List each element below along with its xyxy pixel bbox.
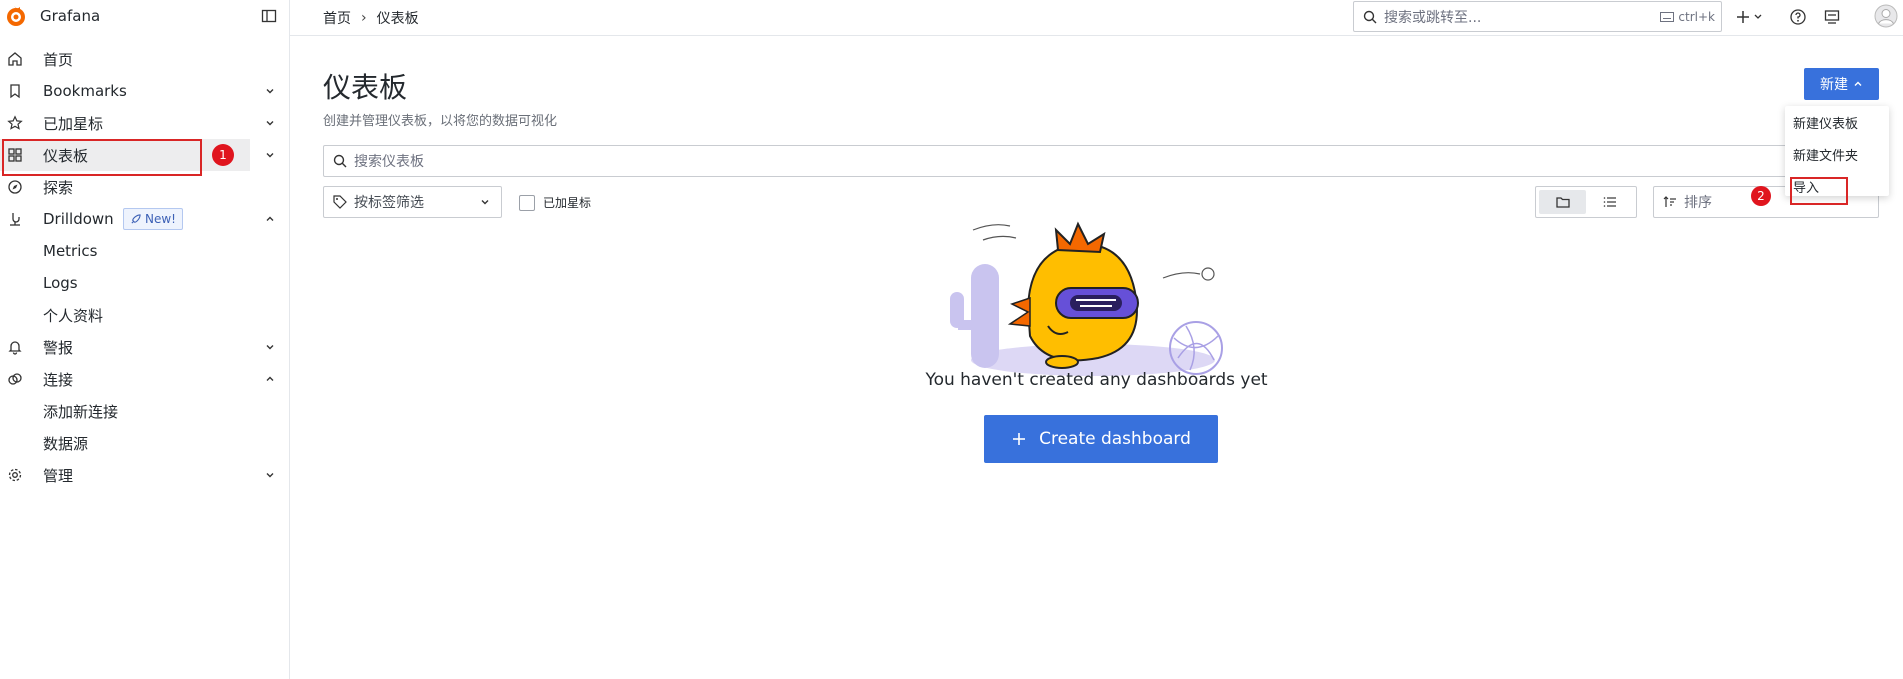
search-icon: [1362, 9, 1378, 25]
create-dashboard-button[interactable]: Create dashboard: [984, 415, 1218, 463]
shortcut-text: ctrl+k: [1678, 9, 1715, 24]
folder-icon: [1555, 194, 1571, 210]
new-button[interactable]: 新建: [1804, 68, 1879, 100]
starred-filter[interactable]: 已加星标: [519, 194, 591, 211]
drilldown-icon: [7, 211, 23, 227]
sidebar-item-connections[interactable]: 连接: [0, 363, 290, 395]
tag-filter-placeholder: 按标签筛选: [354, 195, 424, 211]
search-placeholder: 搜索或跳转至...: [1384, 9, 1482, 26]
annotation-number-2: 2: [1751, 186, 1771, 206]
sidebar-item-bookmarks[interactable]: Bookmarks: [0, 75, 290, 107]
keyboard-icon: [1660, 11, 1675, 22]
sidebar-item-label: Bookmarks: [43, 82, 127, 100]
sort-icon: [1662, 194, 1678, 210]
list-icon: [1602, 194, 1618, 210]
sidebar-subitem-label: 添加新连接: [43, 402, 119, 421]
plus-icon: [1011, 431, 1027, 447]
empty-state-text: You haven't created any dashboards yet: [925, 370, 1268, 390]
menu-item-new-dashboard[interactable]: 新建仪表板: [1785, 106, 1889, 138]
sidebar-item-starred[interactable]: 已加星标: [0, 107, 290, 139]
connections-icon: [7, 371, 23, 387]
star-icon: [7, 115, 23, 131]
breadcrumb-home[interactable]: 首页: [323, 8, 351, 28]
create-dashboard-label: Create dashboard: [1039, 429, 1191, 449]
new-button-label: 新建: [1820, 77, 1848, 93]
sidebar-subitem-add-connection[interactable]: 添加新连接: [0, 395, 290, 427]
sidebar-subitem-label: 数据源: [43, 434, 89, 453]
breadcrumb: 首页 › 仪表板: [323, 8, 419, 28]
sort-placeholder: 排序: [1684, 195, 1712, 211]
chevron-up-icon[interactable]: [264, 373, 276, 385]
sidebar-item-label: 警报: [43, 338, 74, 357]
menu-item-new-folder[interactable]: 新建文件夹: [1785, 138, 1889, 170]
user-avatar-icon[interactable]: [1874, 4, 1898, 28]
sidebar-subitem-datasources[interactable]: 数据源: [0, 427, 290, 459]
sidebar: Grafana 首页 Bookmarks 已加星标 仪表板 探索 Drilldo…: [0, 0, 290, 679]
rocket-icon: [130, 213, 141, 225]
page-subtitle: 创建并管理仪表板，以将您的数据可视化: [323, 114, 558, 129]
list-view-button[interactable]: [1586, 190, 1633, 214]
chevron-down-icon: [479, 196, 491, 208]
sidebar-item-alerting[interactable]: 警报: [0, 331, 290, 363]
main-content: 仪表板 创建并管理仪表板，以将您的数据可视化 新建 搜索仪表板 按标签筛选 已加…: [290, 36, 1903, 679]
chevron-down-icon[interactable]: [264, 149, 276, 161]
add-menu-button[interactable]: [1736, 8, 1766, 26]
empty-state-illustration: [938, 208, 1248, 386]
chevron-down-icon[interactable]: [264, 469, 276, 481]
sidebar-item-label: 探索: [43, 178, 74, 197]
brand[interactable]: Grafana: [0, 0, 289, 32]
sidebar-subitem-metrics[interactable]: Metrics: [0, 235, 290, 267]
nav-menu: 首页 Bookmarks 已加星标 仪表板 探索 Drilldown New! …: [0, 43, 290, 491]
dashboard-search-input[interactable]: 搜索仪表板: [323, 145, 1879, 177]
breadcrumb-current: 仪表板: [376, 11, 419, 27]
shortcut-hint: ctrl+k: [1660, 10, 1715, 24]
bell-icon: [7, 339, 23, 355]
sidebar-subitem-label: Metrics: [43, 242, 98, 260]
home-icon: [7, 51, 23, 67]
compass-icon: [7, 179, 23, 195]
sidebar-item-home[interactable]: 首页: [0, 43, 290, 75]
chevron-down-icon[interactable]: [264, 85, 276, 97]
sidebar-subitem-profiles[interactable]: 个人资料: [0, 299, 290, 331]
tag-icon: [332, 194, 348, 210]
sidebar-subitem-label: Logs: [43, 274, 78, 292]
sidebar-item-label: 连接: [43, 370, 74, 389]
chevron-up-icon[interactable]: [264, 213, 276, 225]
annotation-number-1: 1: [212, 144, 234, 166]
app-name: Grafana: [40, 7, 101, 25]
search-placeholder: 搜索仪表板: [354, 154, 424, 170]
grafana-logo-icon: [4, 4, 28, 28]
folder-view-button[interactable]: [1539, 190, 1586, 214]
tag-filter-select[interactable]: 按标签筛选: [323, 186, 502, 218]
new-badge-label: New!: [145, 212, 176, 226]
chevron-down-icon[interactable]: [264, 341, 276, 353]
highlight-box-dashboards: [2, 139, 202, 176]
search-icon: [332, 153, 348, 169]
highlight-box-import: [1790, 177, 1848, 205]
dock-menu-icon[interactable]: [261, 8, 277, 24]
sidebar-item-label: 首页: [43, 50, 74, 69]
bookmark-icon: [7, 83, 23, 99]
sidebar-item-label: 已加星标: [43, 114, 104, 133]
chevron-down-icon[interactable]: [264, 117, 276, 129]
sidebar-item-label: 管理: [43, 466, 74, 485]
breadcrumb-separator-icon: ›: [361, 10, 367, 26]
global-search-input[interactable]: 搜索或跳转至... ctrl+k: [1353, 1, 1722, 32]
view-toggle: [1535, 186, 1637, 218]
sidebar-subitem-label: 个人资料: [43, 306, 104, 325]
starred-label: 已加星标: [543, 196, 592, 210]
page-title: 仪表板: [323, 71, 408, 104]
starred-checkbox[interactable]: [519, 194, 535, 211]
new-badge: New!: [123, 208, 183, 230]
chevron-up-icon: [1853, 79, 1863, 89]
topbar: 首页 › 仪表板 搜索或跳转至... ctrl+k: [290, 0, 1903, 36]
news-icon[interactable]: [1823, 8, 1841, 26]
gear-icon: [7, 467, 23, 483]
sidebar-subitem-logs[interactable]: Logs: [0, 267, 290, 299]
help-icon[interactable]: [1789, 8, 1807, 26]
sidebar-item-drilldown[interactable]: Drilldown New!: [0, 203, 290, 235]
sidebar-item-administration[interactable]: 管理: [0, 459, 290, 491]
sidebar-item-label: Drilldown: [43, 210, 114, 228]
